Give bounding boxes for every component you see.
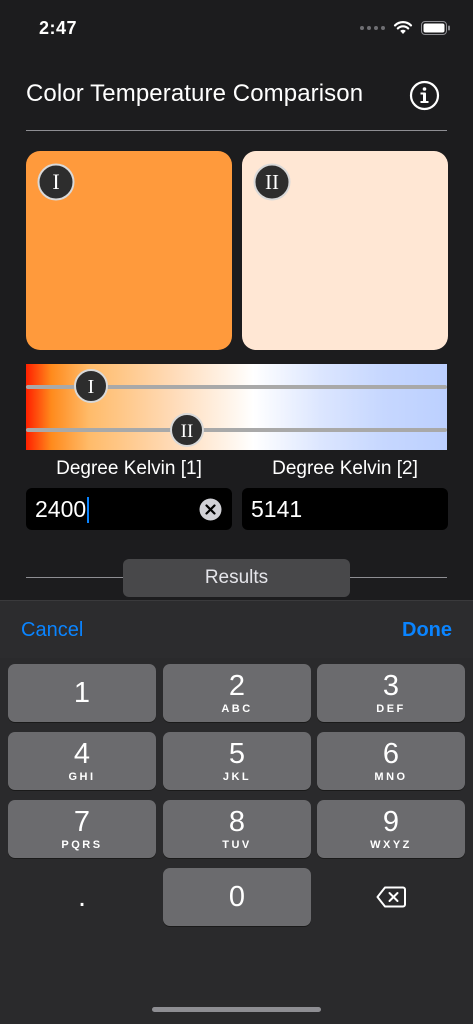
key-0-digit: 0: [228, 881, 246, 913]
key-5-letters: JKL: [222, 771, 252, 783]
key-1[interactable]: 1: [8, 664, 156, 722]
key-9[interactable]: 9 WXYZ: [317, 800, 465, 858]
key-6-digit: 6: [382, 738, 400, 770]
badge-one-text: I: [52, 169, 59, 194]
battery-icon: [421, 20, 450, 35]
key-4-letters: GHI: [68, 771, 96, 783]
key-3-letters: DEF: [376, 703, 406, 715]
key-2[interactable]: 2 ABC: [163, 664, 311, 722]
badge-two-text: II: [265, 170, 279, 194]
cancel-button[interactable]: Cancel: [21, 619, 83, 642]
numeric-keyboard: Cancel Done 1 2 ABC 3 DEF 4 GHI 5 JKL 6 …: [0, 600, 473, 1024]
badge-one-icon: I: [37, 163, 75, 201]
home-indicator[interactable]: [152, 1007, 321, 1012]
key-9-letters: WXYZ: [370, 839, 412, 851]
info-circle-icon[interactable]: [409, 80, 440, 111]
key-7[interactable]: 7 PQRS: [8, 800, 156, 858]
key-6[interactable]: 6 MNO: [317, 732, 465, 790]
slider-thumb-two-text: II: [181, 421, 194, 442]
key-5-digit: 5: [228, 738, 246, 770]
kelvin-input-2[interactable]: 5141: [242, 488, 448, 530]
kelvin-input-1[interactable]: 2400: [26, 488, 232, 530]
results-button[interactable]: Results: [123, 559, 350, 597]
slider-thumb-two[interactable]: II: [170, 413, 204, 447]
keyboard-toolbar: Cancel Done: [0, 600, 473, 658]
key-8-digit: 8: [228, 806, 246, 838]
slider-track-2[interactable]: [26, 428, 447, 432]
key-1-digit: 1: [73, 677, 91, 709]
key-7-digit: 7: [73, 806, 91, 838]
key-decimal-digit: .: [77, 881, 87, 913]
delete-key[interactable]: [317, 868, 465, 926]
key-8[interactable]: 8 TUV: [163, 800, 311, 858]
key-4-digit: 4: [73, 738, 91, 770]
text-caret: [87, 496, 90, 523]
key-3-digit: 3: [382, 670, 400, 702]
color-swatch-1: I: [26, 151, 232, 350]
status-time: 2:47: [39, 18, 78, 38]
slider-thumb-one[interactable]: I: [74, 369, 108, 403]
key-4[interactable]: 4 GHI: [8, 732, 156, 790]
color-swatch-2: II: [242, 151, 448, 350]
kelvin-input-2-value: 5141: [251, 496, 303, 522]
wifi-icon: [393, 21, 413, 34]
signal-dots-icon: [360, 25, 385, 30]
results-divider-right: [350, 577, 447, 578]
key-2-digit: 2: [228, 670, 246, 702]
header: Color Temperature Comparison: [0, 72, 473, 132]
key-5[interactable]: 5 JKL: [163, 732, 311, 790]
results-divider-left: [26, 577, 123, 578]
key-decimal[interactable]: .: [8, 868, 156, 926]
page-title: Color Temperature Comparison: [26, 80, 364, 107]
backspace-icon: [376, 886, 406, 908]
key-0[interactable]: 0: [163, 868, 311, 926]
done-button[interactable]: Done: [402, 619, 452, 642]
key-9-digit: 9: [382, 806, 400, 838]
clear-icon[interactable]: [199, 498, 222, 521]
key-2-letters: ABC: [221, 703, 253, 715]
key-8-letters: TUV: [222, 839, 252, 851]
key-3[interactable]: 3 DEF: [317, 664, 465, 722]
temperature-gradient: I II: [26, 364, 447, 450]
key-7-letters: PQRS: [61, 839, 103, 851]
status-icons: [360, 20, 451, 35]
slider-thumb-one-text: I: [88, 376, 95, 398]
kelvin-label-1: Degree Kelvin [1]: [56, 458, 202, 479]
header-divider: [26, 130, 447, 131]
kelvin-input-1-value: 2400: [35, 496, 87, 522]
status-bar: 2:47: [0, 0, 473, 56]
kelvin-label-2: Degree Kelvin [2]: [272, 458, 418, 479]
badge-two-icon: II: [253, 163, 291, 201]
key-6-letters: MNO: [374, 771, 408, 783]
